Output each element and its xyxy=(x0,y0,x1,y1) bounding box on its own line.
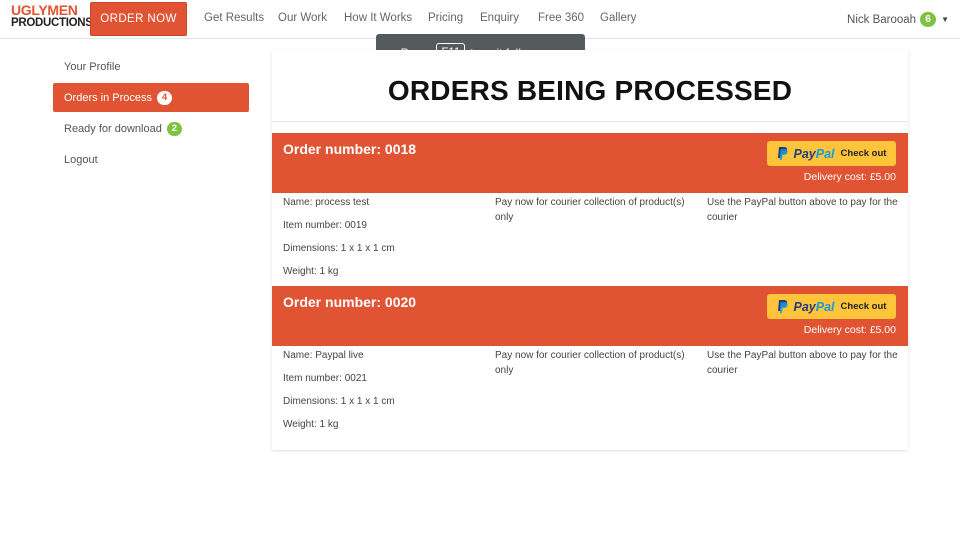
order-number: Order number: 0018 xyxy=(283,141,417,157)
order-name: Name: Paypal live xyxy=(283,350,364,361)
paypal-wordmark: PayPal xyxy=(794,147,835,161)
caret-down-icon: ▼ xyxy=(941,15,949,24)
nav-link-how-it-works[interactable]: How It Works xyxy=(344,12,412,24)
orders-count-badge: 4 xyxy=(157,90,173,105)
sidebar-item-ready-for-download[interactable]: Ready for download 2 xyxy=(53,114,249,143)
sidebar-item-label: Ready for download xyxy=(64,122,162,135)
brand-logo-line1: UGLYMEN xyxy=(11,2,78,18)
paypal-wordmark-pay: Pay xyxy=(793,146,816,161)
orders-panel: ORDERS BEING PROCESSED Order number: 001… xyxy=(272,50,908,450)
brand-logo-line2: PRODUCTIONS xyxy=(11,17,93,29)
paypal-icon xyxy=(777,147,788,160)
title-divider xyxy=(272,121,908,122)
delivery-cost: Delivery cost: £5.00 xyxy=(803,324,896,336)
order-paypal-note: Use the PayPal button above to pay for t… xyxy=(707,197,898,223)
notification-badge: 6 xyxy=(920,12,937,27)
order-header: Order number: 0018 PayPal Check out Deli… xyxy=(272,133,908,193)
nav-link-get-results[interactable]: Get Results xyxy=(204,12,264,24)
paypal-wordmark-pal: Pal xyxy=(815,146,835,161)
order-dimensions: Dimensions: 1 x 1 x 1 cm xyxy=(283,243,395,254)
order-weight: Weight: 1 kg xyxy=(283,266,339,277)
order-dimensions: Dimensions: 1 x 1 x 1 cm xyxy=(283,396,395,407)
paypal-checkout-button[interactable]: PayPal Check out xyxy=(767,141,896,166)
order-weight: Weight: 1 kg xyxy=(283,419,339,430)
paypal-checkout-label: Check out xyxy=(840,148,887,159)
order-pay-note: Pay now for courier collection of produc… xyxy=(495,350,685,376)
delivery-cost: Delivery cost: £5.00 xyxy=(803,171,896,183)
paypal-wordmark: PayPal xyxy=(794,300,835,314)
order-now-button[interactable]: ORDER NOW xyxy=(90,2,187,36)
order-paypal-note: Use the PayPal button above to pay for t… xyxy=(707,350,898,376)
nav-link-our-work[interactable]: Our Work xyxy=(278,12,327,24)
sidebar-item-label: Orders in Process xyxy=(64,91,153,104)
paypal-checkout-label: Check out xyxy=(840,301,887,312)
brand-logo[interactable]: UGLYMEN PRODUCTIONS xyxy=(11,2,93,30)
paypal-icon xyxy=(777,300,788,313)
order-pay-note: Pay now for courier collection of produc… xyxy=(495,197,685,223)
page-title: ORDERS BEING PROCESSED xyxy=(387,75,793,106)
sidebar-item-your-profile[interactable]: Your Profile xyxy=(53,52,249,81)
order-header: Order number: 0020 PayPal Check out Deli… xyxy=(272,286,908,346)
download-count-badge: 2 xyxy=(166,121,182,136)
order-name: Name: process test xyxy=(283,197,370,208)
paypal-checkout-button[interactable]: PayPal Check out xyxy=(767,294,896,319)
paypal-wordmark-pay: Pay xyxy=(793,299,816,314)
nav-link-free-360[interactable]: Free 360 xyxy=(538,12,584,24)
sidebar-item-orders-in-process[interactable]: Orders in Process 4 xyxy=(53,83,249,112)
sidebar-item-label: Logout xyxy=(64,153,98,166)
order-item-number: Item number: 0021 xyxy=(283,373,367,384)
sidebar-item-logout[interactable]: Logout xyxy=(53,145,249,174)
nav-link-enquiry[interactable]: Enquiry xyxy=(480,12,519,24)
nav-link-pricing[interactable]: Pricing xyxy=(428,12,463,24)
user-menu[interactable]: Nick Barooah 6 ▼ xyxy=(847,12,949,27)
sidebar-item-label: Your Profile xyxy=(64,60,121,73)
order-number: Order number: 0020 xyxy=(283,294,417,310)
order-item-number: Item number: 0019 xyxy=(283,220,367,231)
nav-link-gallery[interactable]: Gallery xyxy=(600,12,636,24)
paypal-wordmark-pal: Pal xyxy=(815,299,835,314)
user-name: Nick Barooah xyxy=(847,13,917,26)
